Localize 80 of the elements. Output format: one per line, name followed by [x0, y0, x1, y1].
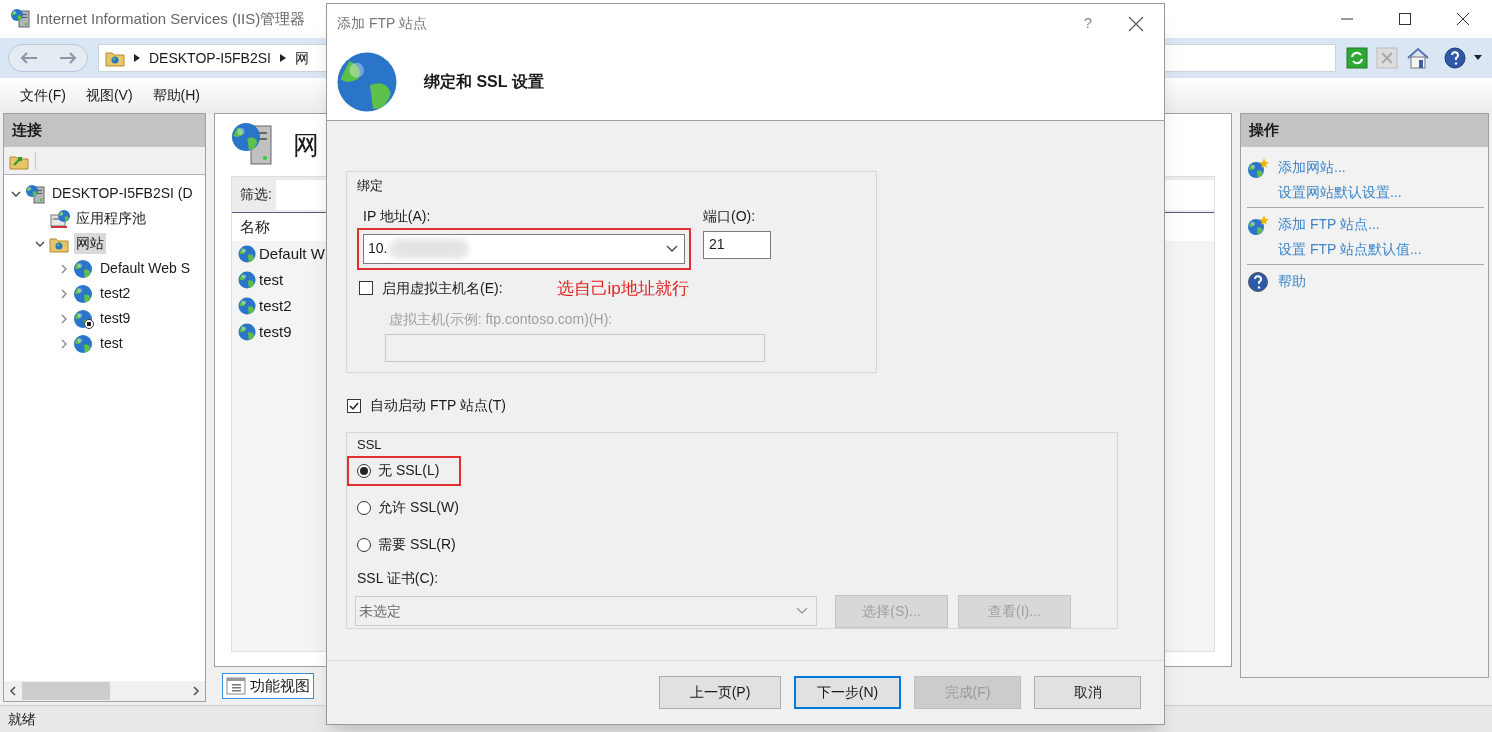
- radio-button[interactable]: [357, 463, 371, 478]
- dropdown-caret-icon[interactable]: [1474, 55, 1482, 61]
- breadcrumb-arrow-icon[interactable]: [133, 53, 141, 63]
- scroll-left-icon[interactable]: [8, 685, 18, 697]
- action-link[interactable]: 帮助: [1278, 271, 1306, 292]
- tree-item[interactable]: 网站: [74, 233, 106, 254]
- checkbox-label[interactable]: 启用虚拟主机名(E):: [382, 277, 503, 299]
- list-item[interactable]: test: [259, 268, 284, 292]
- action-link[interactable]: 添加 FTP 站点...: [1278, 214, 1380, 235]
- dialog-button[interactable]: 取消: [1034, 676, 1141, 709]
- tree-item[interactable]: test2: [98, 283, 133, 304]
- checkbox-label[interactable]: 自动启动 FTP 站点(T): [370, 395, 506, 416]
- menu-item[interactable]: 帮助(H): [142, 85, 210, 106]
- status-text: 就绪: [8, 709, 36, 729]
- panel-header: 连接: [4, 114, 205, 147]
- globe-icon: [337, 51, 397, 112]
- tree-item[interactable]: test9: [98, 308, 133, 329]
- breadcrumb-arrow-icon[interactable]: [278, 53, 287, 63]
- list-item[interactable]: Default W: [259, 242, 325, 266]
- window-title: Internet Information Services (IIS)管理器: [36, 8, 306, 29]
- dropdown-caret-icon: [796, 607, 808, 616]
- help-button[interactable]: ?: [1068, 12, 1108, 35]
- view-tab[interactable]: 功能视图: [222, 673, 314, 699]
- application-pool-icon: [49, 208, 71, 229]
- scrollbar-thumb[interactable]: [22, 682, 110, 700]
- port-field[interactable]: 21: [703, 230, 771, 259]
- tree-item[interactable]: 应用程序池: [74, 208, 148, 229]
- iis-manager-icon: [10, 8, 32, 30]
- feature-view-icon: [226, 677, 246, 695]
- panel-header: 操作: [1241, 114, 1488, 147]
- checkbox[interactable]: [359, 281, 373, 296]
- filter-label: 筛选:: [240, 185, 272, 204]
- help-icon[interactable]: [1444, 47, 1466, 69]
- scroll-right-icon[interactable]: [191, 685, 201, 697]
- breadcrumb[interactable]: DESKTOP-I5FB2SI: [149, 47, 271, 69]
- add-globe-icon: [1247, 213, 1269, 236]
- server-icon: [231, 122, 275, 168]
- radio-button[interactable]: [357, 537, 371, 552]
- tree-item[interactable]: test: [98, 333, 125, 354]
- help-icon: [1247, 270, 1269, 293]
- globe-icon: [238, 297, 256, 315]
- radio-button[interactable]: [357, 500, 371, 515]
- field-label: SSL 证书(C):: [357, 569, 439, 588]
- dialog-button[interactable]: 下一步(N): [794, 676, 901, 709]
- action-link[interactable]: 添加网站...: [1278, 157, 1346, 178]
- list-item[interactable]: test9: [259, 320, 292, 344]
- host-name-field[interactable]: [385, 334, 765, 362]
- breadcrumb[interactable]: 网: [294, 47, 309, 69]
- dialog-button[interactable]: 上一页(P): [659, 676, 781, 709]
- ip-address-dropdown[interactable]: 10.: [363, 233, 685, 264]
- add-globe-icon: [1247, 156, 1269, 179]
- tree-item[interactable]: Default Web S: [98, 258, 192, 279]
- list-item[interactable]: test2: [259, 294, 292, 318]
- group-label: SSL: [357, 436, 382, 454]
- certificate-dropdown[interactable]: 未选定: [355, 596, 817, 627]
- home-icon[interactable]: [1406, 47, 1430, 69]
- radio-label[interactable]: 需要 SSL(R): [378, 534, 456, 556]
- field-label: 端口(O):: [703, 206, 756, 226]
- field-label: 虚拟主机(示例: ftp.contoso.com)(H):: [389, 310, 613, 329]
- checkbox[interactable]: [347, 398, 361, 413]
- dialog-title: 添加 FTP 站点: [337, 14, 427, 33]
- globe-icon: [238, 271, 256, 289]
- radio-label[interactable]: 允许 SSL(W): [378, 497, 459, 519]
- page-title: 网: [293, 128, 319, 162]
- column-header[interactable]: 名称: [240, 215, 270, 239]
- tree-item[interactable]: DESKTOP-I5FB2SI (D: [50, 183, 195, 204]
- globe-icon: [238, 245, 256, 263]
- refresh-icon[interactable]: [1346, 47, 1368, 69]
- group-label: 绑定: [357, 177, 383, 195]
- globe-icon: [238, 323, 256, 341]
- menu-item[interactable]: 文件(F): [10, 85, 76, 106]
- action-link[interactable]: 设置 FTP 站点默认值...: [1278, 239, 1422, 260]
- menu-item[interactable]: 视图(V): [75, 85, 143, 106]
- dropdown-caret-icon: [666, 244, 678, 253]
- dialog-heading: 绑定和 SSL 设置: [424, 71, 544, 92]
- annotation-text: 选自己ip地址就行: [556, 277, 689, 300]
- action-link[interactable]: 设置网站默认设置...: [1278, 182, 1402, 203]
- radio-label[interactable]: 无 SSL(L): [378, 460, 440, 482]
- field-label: IP 地址(A):: [362, 206, 431, 226]
- server-icon: [25, 183, 47, 204]
